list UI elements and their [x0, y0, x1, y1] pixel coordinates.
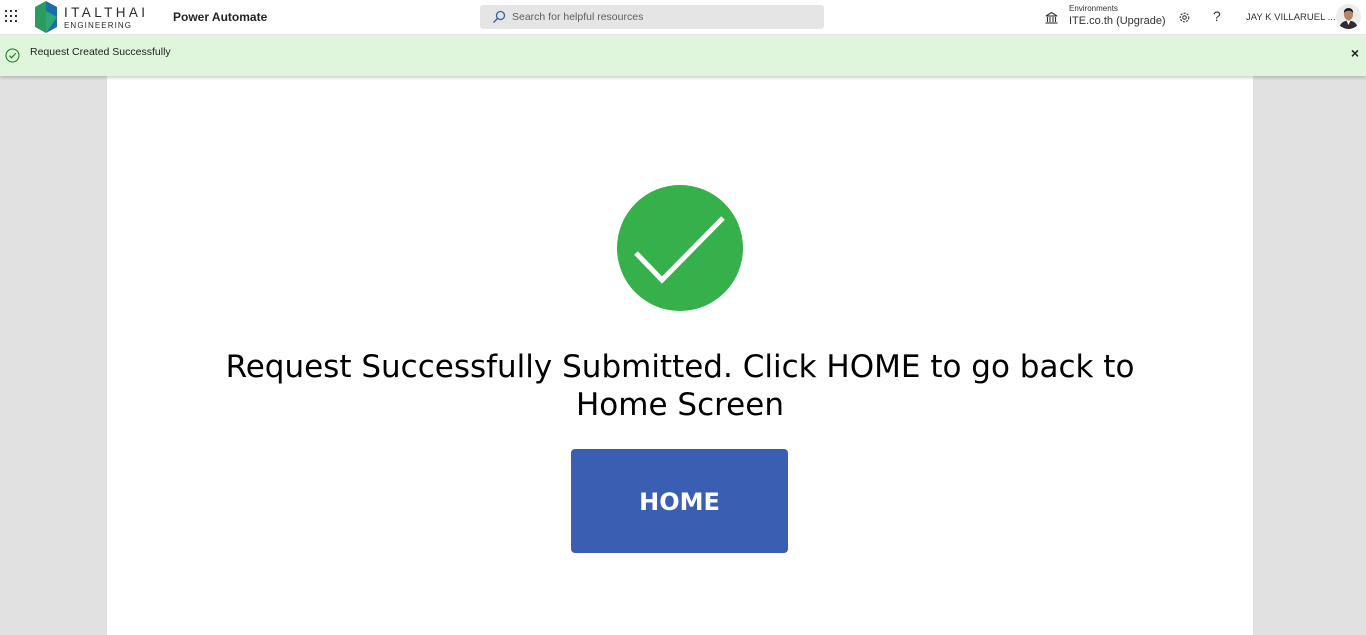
environment-selector[interactable]: ITE.co.th (Upgrade) — [1069, 15, 1166, 28]
gear-icon[interactable] — [1178, 11, 1191, 24]
notification-message: Request Created Successfully — [30, 46, 171, 58]
success-message: Request Successfully Submitted. Click HO… — [225, 349, 1135, 423]
success-notification-bar: Request Created Successfully × — [0, 35, 1366, 76]
app-name[interactable]: Power Automate — [173, 10, 267, 24]
app-launcher-icon[interactable] — [4, 9, 18, 23]
help-icon[interactable]: ? — [1213, 8, 1221, 24]
logo-subtitle: ENGINEERING — [64, 21, 133, 30]
environment-label: Environments — [1069, 4, 1118, 13]
checkmark-circle-icon — [5, 48, 20, 63]
search-icon — [492, 10, 506, 24]
search-box[interactable]: Search for helpful resources — [480, 5, 824, 29]
close-icon[interactable]: × — [1349, 46, 1361, 60]
logo-title: ITALTHAI — [64, 5, 149, 20]
environment-icon — [1044, 11, 1059, 25]
search-placeholder: Search for helpful resources — [512, 11, 644, 23]
home-button[interactable]: HOME — [571, 449, 788, 553]
user-name[interactable]: JAY K VILLARUEL ... — [1246, 12, 1336, 23]
italthai-logo-icon — [35, 1, 57, 33]
top-app-bar: ITALTHAI ENGINEERING Power Automate Sear… — [0, 0, 1366, 35]
success-checkmark-icon — [617, 185, 743, 311]
app-canvas: Request Successfully Submitted. Click HO… — [107, 76, 1253, 635]
avatar[interactable] — [1336, 4, 1361, 29]
